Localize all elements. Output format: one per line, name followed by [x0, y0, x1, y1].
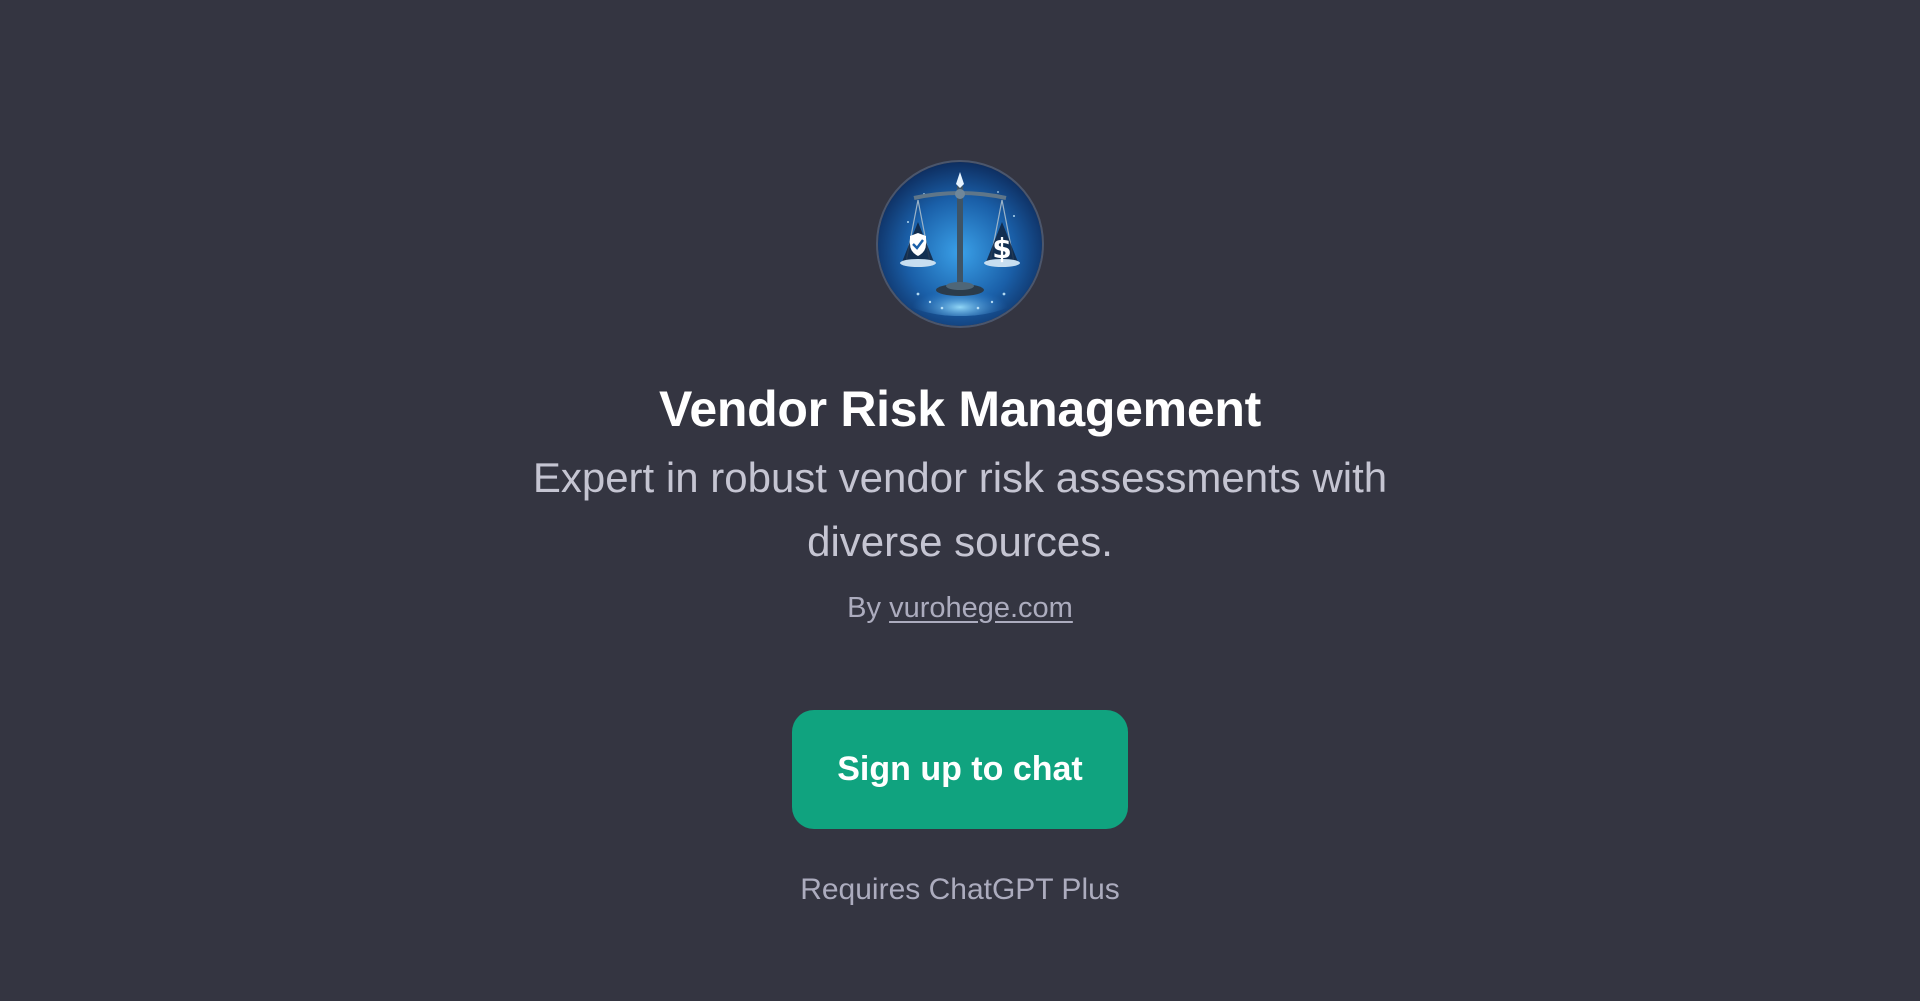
byline-prefix: By [847, 592, 881, 624]
gpt-landing-page: $ Vendor Risk Management Expert in robus… [0, 0, 1920, 1001]
svg-text:$: $ [992, 232, 1011, 265]
sign-up-to-chat-button[interactable]: Sign up to chat [792, 710, 1128, 829]
gpt-title: Vendor Risk Management [659, 381, 1261, 437]
gpt-description: Expert in robust vendor risk assessments… [532, 454, 1388, 565]
gpt-avatar: $ [878, 162, 1042, 326]
author-link[interactable]: vurohege.com [889, 592, 1073, 624]
requirement-note: Requires ChatGPT Plus [800, 873, 1120, 906]
author-byline: By vurohege.com [0, 588, 1920, 628]
balance-scale-shield-dollar-icon: $ [878, 162, 1042, 326]
